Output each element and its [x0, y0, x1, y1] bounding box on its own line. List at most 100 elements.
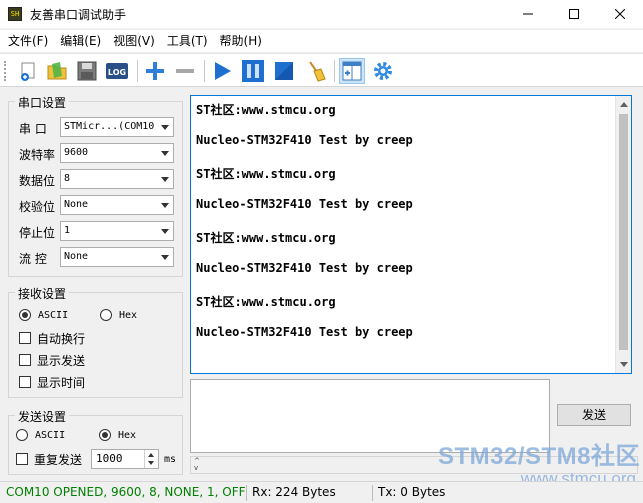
play-button[interactable] — [209, 58, 235, 84]
databits-label: 数据位 — [19, 174, 56, 188]
receive-line: ST社区:www.stmcu.org — [196, 103, 336, 117]
stop-icon — [275, 62, 293, 80]
settings-icon — [374, 62, 392, 80]
databits-select[interactable]: 8 — [60, 169, 174, 189]
receive-line: ST社区:www.stmcu.org — [196, 295, 336, 309]
menu-help[interactable]: 帮助(H) — [216, 30, 266, 52]
send-ascii-radio[interactable] — [16, 429, 28, 441]
menu-file[interactable]: 文件(F) — [4, 30, 52, 52]
repeat-send-label: 重复发送 — [34, 453, 83, 467]
remove-button[interactable] — [172, 58, 198, 84]
receive-ascii-label: ASCII — [38, 310, 69, 321]
databits-value: 8 — [64, 173, 71, 184]
interval-stepper[interactable]: 1000 — [91, 449, 159, 469]
connection-status: COM10 OPENED, 9600, 8, NONE, 1, OFF — [6, 485, 246, 499]
send-hex-label: Hex — [118, 430, 137, 441]
parity-label: 校验位 — [19, 200, 56, 214]
toolbar-separator — [204, 60, 205, 82]
menu-edit[interactable]: 编辑(E) — [56, 30, 105, 52]
menu-bar: 文件(F) 编辑(E) 视图(V) 工具(T) 帮助(H) — [0, 30, 643, 52]
toolbar: LOG — [0, 53, 643, 87]
receive-line: Nucleo-STM32F410 Test by creep — [196, 133, 413, 147]
repeat-send-checkbox[interactable] — [16, 453, 28, 465]
add-button[interactable] — [142, 58, 168, 84]
log-button[interactable]: LOG — [104, 58, 130, 84]
send-settings-title: 发送设置 — [15, 408, 70, 425]
receive-settings-title: 接收设置 — [15, 285, 70, 302]
send-history-bar[interactable]: ^ v — [190, 456, 638, 474]
history-arrows-icon[interactable]: ^ v — [194, 458, 200, 472]
show-send-checkbox[interactable] — [19, 354, 31, 366]
new-icon — [21, 62, 35, 81]
new-button[interactable] — [14, 58, 40, 84]
receive-line: ST社区:www.stmcu.org — [196, 167, 336, 181]
scroll-down-icon[interactable] — [620, 362, 628, 367]
status-divider — [372, 485, 373, 501]
menu-view[interactable]: 视图(V) — [109, 30, 159, 52]
scroll-up-icon[interactable] — [620, 102, 628, 107]
stopbits-select[interactable]: 1 — [60, 221, 174, 241]
receive-line: Nucleo-STM32F410 Test by creep — [196, 325, 413, 339]
serial-settings-title: 串口设置 — [15, 94, 70, 111]
save-button[interactable] — [74, 58, 100, 84]
receive-scrollbar[interactable] — [615, 96, 631, 373]
maximize-icon — [569, 9, 579, 19]
close-button[interactable] — [597, 0, 643, 28]
add-icon — [146, 62, 164, 80]
stepper-buttons[interactable] — [144, 450, 158, 468]
pause-button[interactable] — [240, 58, 266, 84]
window-title: 友善串口调试助手 — [30, 7, 127, 22]
layout-icon — [342, 61, 362, 81]
flow-select[interactable]: None — [60, 247, 174, 267]
clear-button[interactable] — [302, 58, 328, 84]
stop-button[interactable] — [271, 58, 297, 84]
receive-hex-radio[interactable] — [100, 309, 112, 321]
minimize-icon — [523, 13, 533, 15]
send-button[interactable]: 发送 — [557, 404, 631, 426]
chevron-down-icon — [161, 229, 169, 234]
show-send-label: 显示发送 — [37, 354, 86, 368]
toolbar-separator — [334, 60, 335, 82]
scrollbar-thumb[interactable] — [619, 114, 628, 350]
open-button[interactable] — [44, 58, 70, 84]
log-icon: LOG — [106, 63, 128, 79]
receive-textarea[interactable]: ST社区:www.stmcu.org Nucleo-STM32F410 Test… — [190, 95, 632, 374]
status-bar: COM10 OPENED, 9600, 8, NONE, 1, OFF Rx: … — [0, 481, 643, 503]
remove-icon — [176, 69, 194, 73]
chevron-down-icon[interactable] — [148, 461, 154, 465]
auto-wrap-checkbox[interactable] — [19, 332, 31, 344]
menu-tools[interactable]: 工具(T) — [163, 30, 212, 52]
port-value: STMicr...(COM10 — [64, 121, 155, 132]
baud-select[interactable]: 9600 — [60, 143, 174, 163]
play-icon — [215, 62, 231, 80]
close-icon — [615, 9, 625, 19]
open-icon — [47, 62, 67, 80]
receive-line: Nucleo-STM32F410 Test by creep — [196, 261, 413, 275]
stopbits-label: 停止位 — [19, 226, 56, 240]
minimize-button[interactable] — [505, 0, 551, 28]
auto-wrap-label: 自动换行 — [37, 332, 86, 346]
save-icon — [77, 61, 97, 81]
chevron-down-icon — [161, 177, 169, 182]
chevron-down-icon — [161, 255, 169, 260]
parity-value: None — [64, 199, 89, 210]
show-time-checkbox[interactable] — [19, 376, 31, 388]
receive-ascii-radio[interactable] — [19, 309, 31, 321]
chevron-up-icon[interactable] — [148, 453, 154, 457]
layout-button[interactable] — [339, 58, 365, 84]
receive-hex-label: Hex — [119, 310, 138, 321]
receive-settings-group — [8, 292, 183, 398]
send-hex-radio[interactable] — [99, 429, 111, 441]
settings-button[interactable] — [370, 58, 396, 84]
send-textarea[interactable] — [190, 379, 550, 453]
show-time-label: 显示时间 — [37, 376, 86, 390]
toolbar-separator — [137, 60, 138, 82]
stopbits-value: 1 — [64, 225, 71, 236]
toolbar-grip[interactable] — [4, 61, 8, 81]
flow-label: 流 控 — [19, 252, 47, 266]
tx-count: Tx: 0 Bytes — [378, 485, 446, 499]
port-select[interactable]: STMicr...(COM10 — [60, 117, 174, 137]
send-ascii-label: ASCII — [35, 430, 66, 441]
maximize-button[interactable] — [551, 0, 597, 28]
parity-select[interactable]: None — [60, 195, 174, 215]
